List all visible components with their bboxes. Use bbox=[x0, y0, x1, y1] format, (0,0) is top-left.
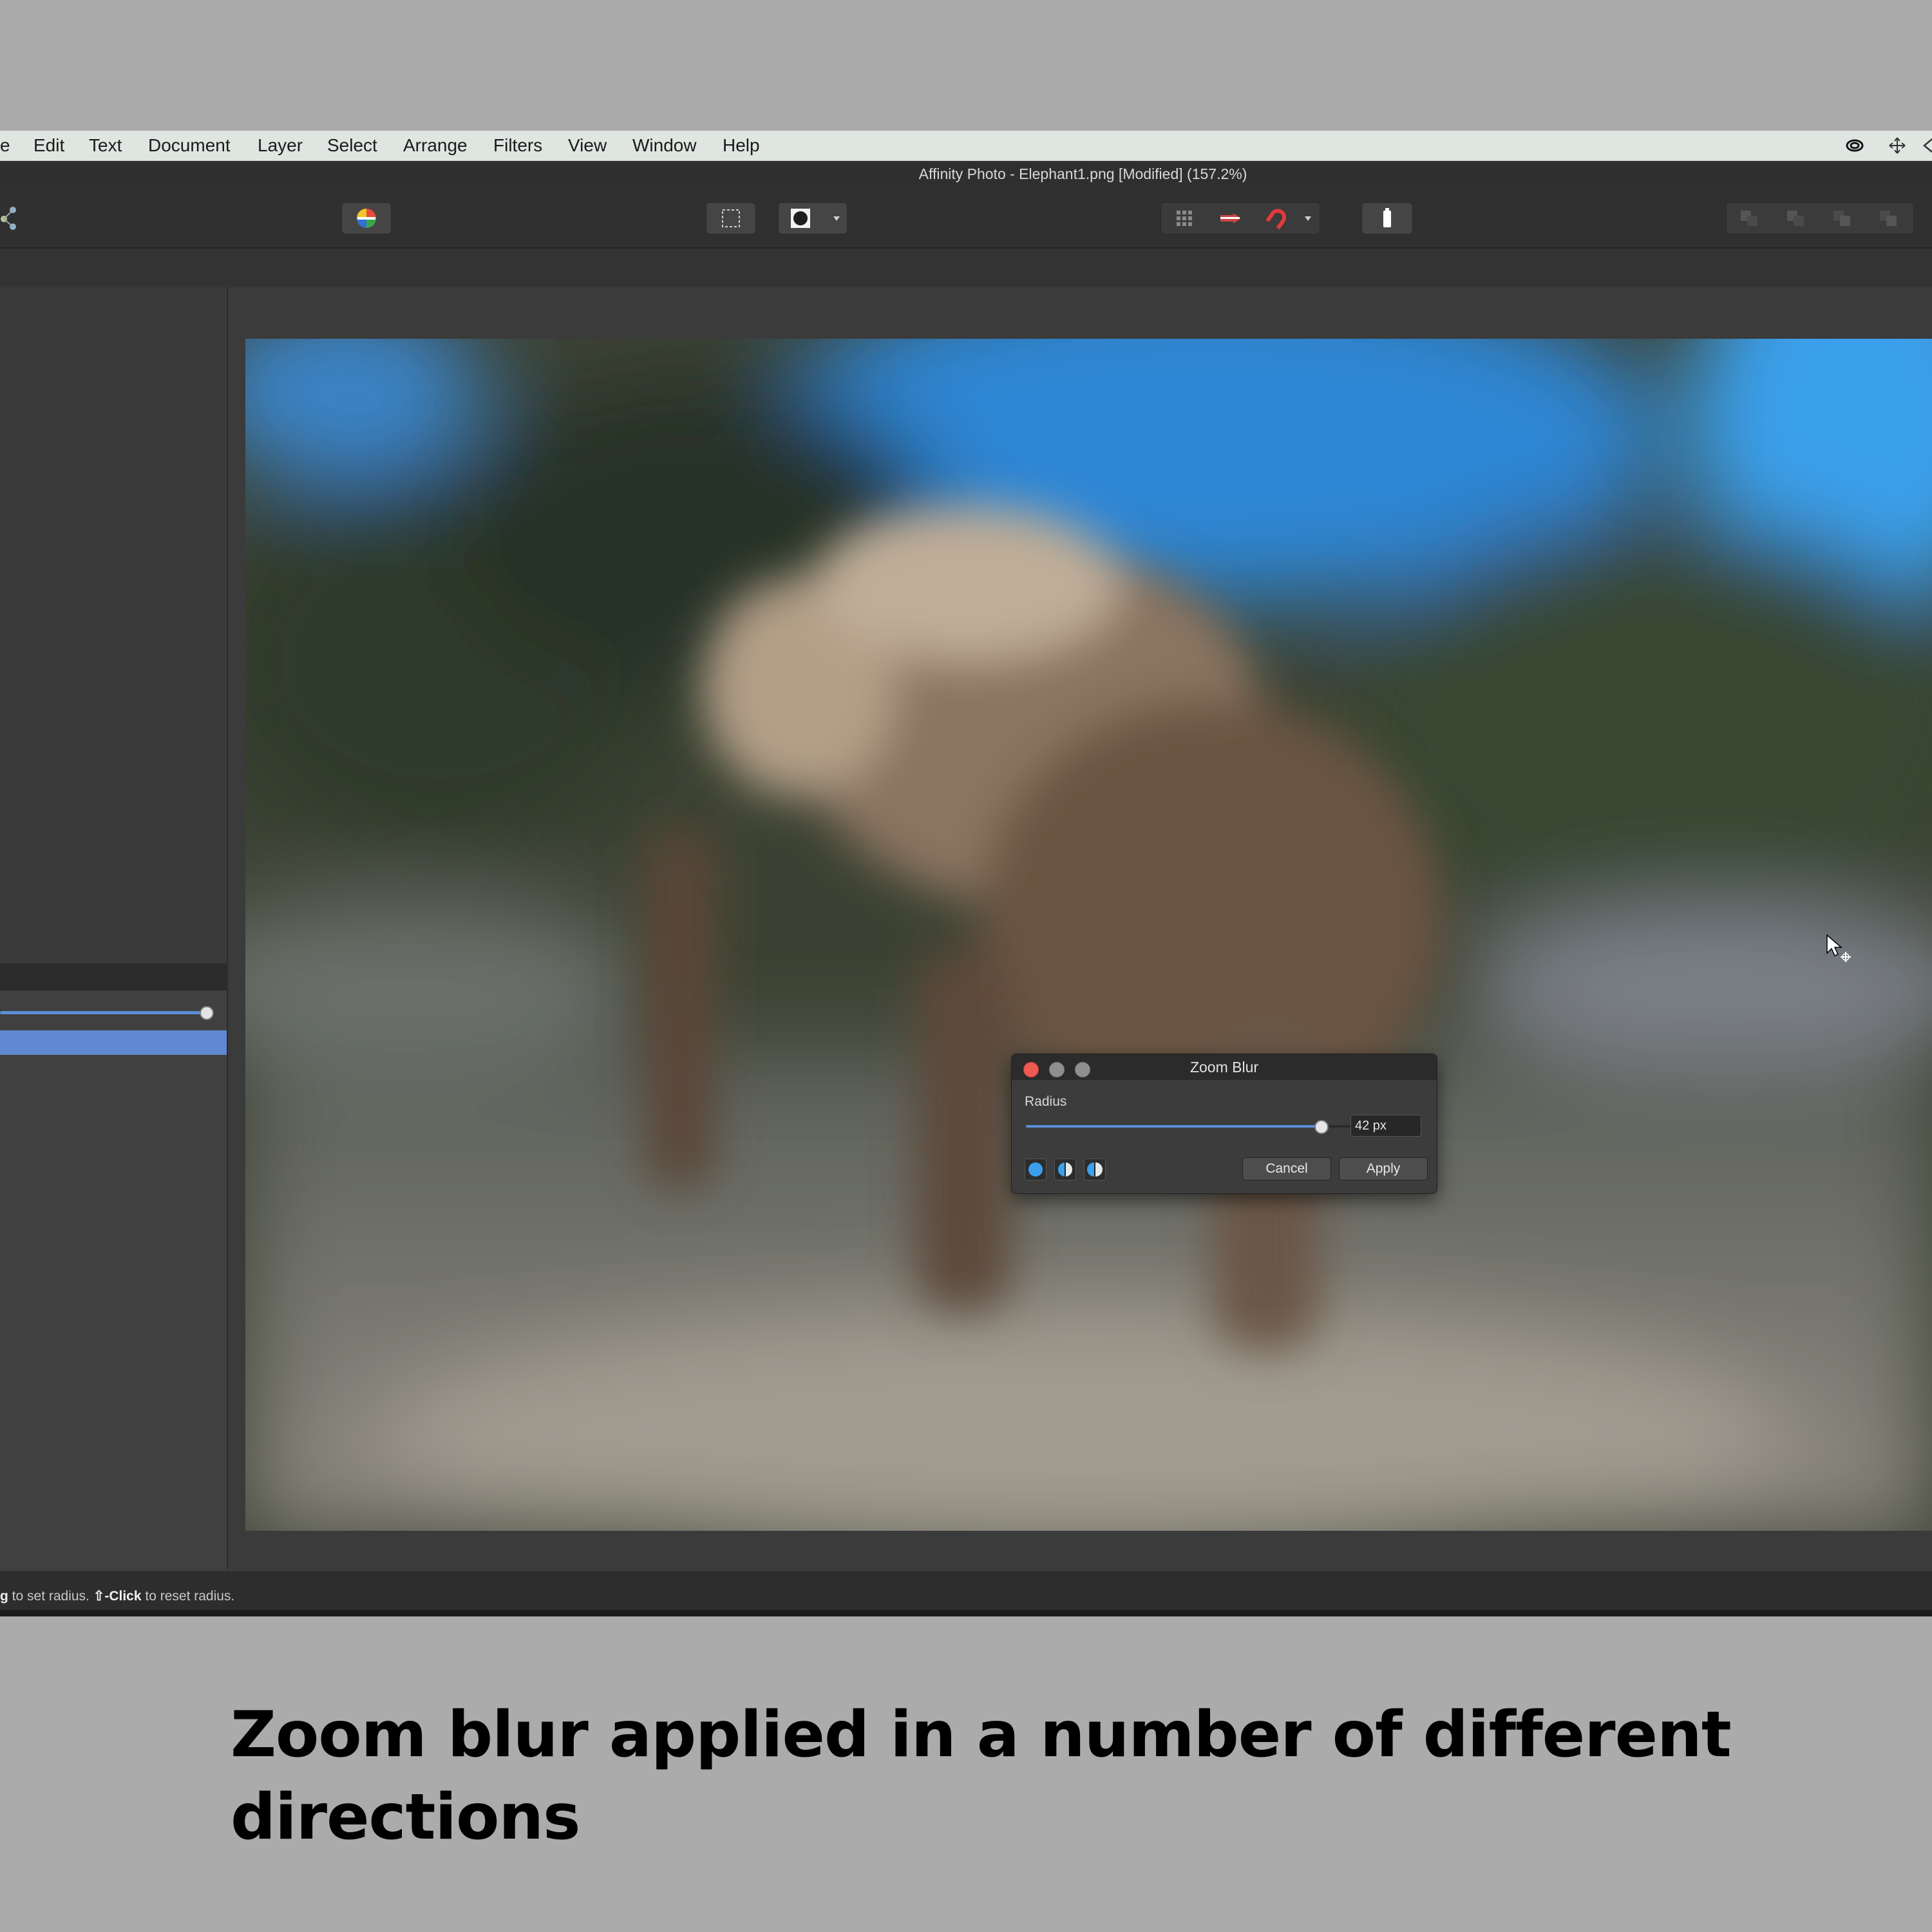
caption: Zoom blur applied in a number of differe… bbox=[231, 1698, 1732, 1854]
marquee-icon bbox=[722, 209, 740, 227]
mirrored-view-button[interactable] bbox=[1084, 1159, 1106, 1180]
menu-file[interactable]: e bbox=[0, 131, 10, 160]
status-hint-text: to set radius. bbox=[8, 1589, 93, 1604]
menu-select[interactable]: Select bbox=[327, 131, 377, 160]
grid-icon[interactable] bbox=[1174, 208, 1195, 229]
arrange-back-icon[interactable] bbox=[1739, 209, 1759, 227]
menu-arrange[interactable]: Arrange bbox=[403, 131, 468, 160]
mirrored-view-icon bbox=[1087, 1161, 1103, 1178]
toolbar bbox=[0, 187, 1932, 249]
color-wheel-icon bbox=[357, 209, 376, 228]
radius-slider-handle[interactable] bbox=[1314, 1120, 1329, 1134]
menu-window[interactable]: Window bbox=[632, 131, 697, 160]
arrange-group bbox=[1726, 202, 1914, 234]
status-hint-shortcut: ⇧-Click bbox=[93, 1589, 142, 1604]
menu-help[interactable]: Help bbox=[723, 131, 760, 160]
arrange-forward-icon[interactable] bbox=[1832, 209, 1852, 227]
quickmask-button[interactable] bbox=[1361, 202, 1413, 234]
radius-input[interactable] bbox=[1350, 1115, 1421, 1137]
chevron-down-icon bbox=[833, 216, 840, 221]
status-hint-key: g bbox=[0, 1589, 8, 1604]
color-wheel-button[interactable] bbox=[341, 202, 392, 234]
menu-edit[interactable]: Edit bbox=[33, 131, 64, 160]
menu-layer[interactable]: Layer bbox=[258, 131, 303, 160]
quickmask-icon bbox=[1383, 208, 1391, 227]
panel-header bbox=[0, 963, 227, 990]
menu-document[interactable]: Document bbox=[148, 131, 231, 160]
radius-slider-fill bbox=[1026, 1125, 1321, 1128]
radius-label: Radius bbox=[1025, 1094, 1067, 1109]
creative-cloud-icon[interactable] bbox=[1846, 137, 1864, 155]
menu-view[interactable]: View bbox=[568, 131, 607, 160]
cursor-icon bbox=[1826, 934, 1851, 962]
magnet-icon[interactable] bbox=[1265, 207, 1289, 230]
panel-selected-row[interactable] bbox=[0, 1030, 227, 1055]
persona-icon[interactable] bbox=[0, 205, 19, 231]
window-bottom-edge bbox=[0, 1610, 1932, 1616]
menu-text[interactable]: Text bbox=[89, 131, 122, 160]
status-bar bbox=[0, 1571, 1932, 1615]
status-hint-text-2: to reset radius. bbox=[141, 1589, 235, 1604]
mask-button[interactable] bbox=[778, 202, 848, 234]
marquee-button[interactable] bbox=[706, 202, 756, 234]
arrange-front-icon[interactable] bbox=[1879, 209, 1898, 227]
snapping-group bbox=[1160, 202, 1320, 234]
panel-slider[interactable] bbox=[0, 1011, 207, 1014]
chevron-down-icon[interactable] bbox=[1304, 214, 1312, 222]
panel-slider-handle[interactable] bbox=[200, 1006, 214, 1020]
back-icon[interactable] bbox=[1922, 137, 1932, 155]
zoom-blur-dialog: Zoom Blur Radius Cancel Apply bbox=[1011, 1054, 1437, 1194]
split-view-icon bbox=[1058, 1161, 1072, 1178]
full-effect-button[interactable] bbox=[1025, 1159, 1046, 1180]
move-icon[interactable] bbox=[1888, 137, 1906, 155]
mask-icon bbox=[791, 209, 810, 228]
split-view-button[interactable] bbox=[1054, 1159, 1076, 1180]
dialog-title: Zoom Blur bbox=[1189, 1059, 1259, 1075]
menu-bar: e Edit Text Document Layer Select Arrang… bbox=[0, 131, 1932, 161]
cancel-button[interactable]: Cancel bbox=[1242, 1157, 1331, 1180]
snap-toggle-icon[interactable] bbox=[1219, 208, 1242, 229]
window-title: Affinity Photo - Elephant1.png [Modified… bbox=[918, 166, 1247, 182]
panel-body bbox=[0, 990, 227, 1570]
blurred-elephant-image bbox=[245, 339, 1932, 1531]
full-effect-icon bbox=[1028, 1162, 1043, 1177]
status-hint: g to set radius. ⇧-Click to reset radius… bbox=[0, 1588, 234, 1605]
apply-button[interactable]: Apply bbox=[1339, 1157, 1428, 1180]
menu-filters[interactable]: Filters bbox=[493, 131, 542, 160]
arrange-backward-icon[interactable] bbox=[1786, 209, 1805, 227]
context-toolbar bbox=[0, 249, 1932, 287]
document-canvas[interactable] bbox=[245, 339, 1932, 1531]
